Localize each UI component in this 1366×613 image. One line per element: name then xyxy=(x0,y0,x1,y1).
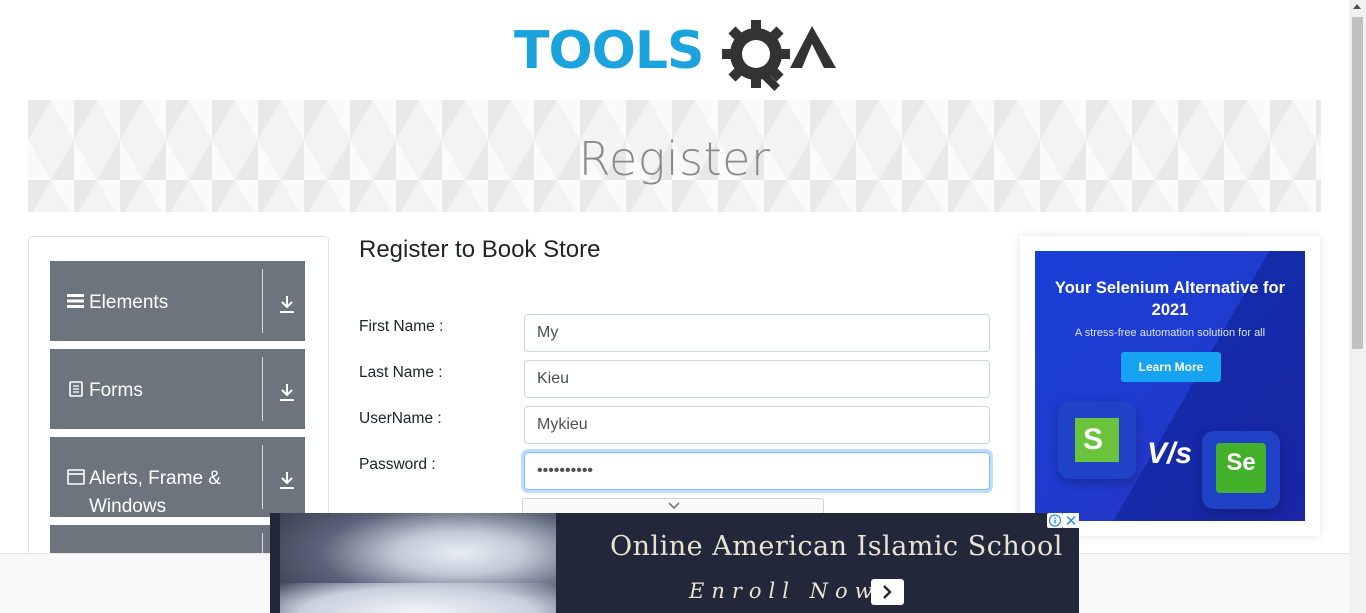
download-icon[interactable] xyxy=(278,470,296,490)
divider xyxy=(262,445,263,509)
document-icon xyxy=(69,381,83,397)
right-advertisement[interactable]: Your Selenium Alternative for 2021 A str… xyxy=(1020,236,1320,536)
download-icon[interactable] xyxy=(278,294,296,314)
username-input[interactable] xyxy=(524,406,990,444)
ad-headline: Online American Islamic School xyxy=(610,531,1063,562)
logo-a-shape xyxy=(790,26,836,68)
sidebar-group-label: Alerts, Frame & Windows xyxy=(89,468,221,517)
sidebar-group-elements[interactable]: Elements xyxy=(50,261,305,341)
first-name-input[interactable] xyxy=(524,314,990,352)
page-title: Register xyxy=(578,132,771,186)
logo-text: TOOLS xyxy=(514,21,703,81)
ad-cta-text[interactable]: Enroll Now xyxy=(689,579,880,603)
ad-card[interactable]: Your Selenium Alternative for 2021 A str… xyxy=(1035,251,1305,521)
chevron-right-icon xyxy=(883,585,892,599)
password-input[interactable] xyxy=(524,452,990,490)
form-title: Register to Book Store xyxy=(359,236,601,263)
vertical-scrollbar[interactable] xyxy=(1349,0,1366,613)
selenium-logo-icon: Se xyxy=(1202,431,1280,509)
logo-letter: Se xyxy=(1226,449,1256,476)
bottom-advertisement[interactable]: Online American Islamic School Enroll No… xyxy=(270,513,1079,613)
close-icon[interactable] xyxy=(1063,513,1079,528)
page: TOOLS Register Elements Forms Alerts, Fr… xyxy=(0,0,1366,613)
gear-magnifier-icon xyxy=(722,20,790,92)
window-icon xyxy=(67,469,85,485)
ad-title: Your Selenium Alternative for 2021 xyxy=(1054,279,1286,319)
username-label: UserName : xyxy=(359,410,442,427)
ad-cta-button[interactable] xyxy=(871,579,904,605)
page-banner: Register xyxy=(28,100,1321,212)
learn-more-button[interactable]: Learn More xyxy=(1121,352,1221,382)
password-label: Password : xyxy=(359,456,436,473)
divider xyxy=(262,357,263,421)
last-name-label: Last Name : xyxy=(359,364,443,381)
toolsqa-logo[interactable]: TOOLS xyxy=(514,14,838,92)
last-name-input[interactable] xyxy=(524,360,990,398)
sidebar-group-alerts[interactable]: Alerts, Frame & Windows xyxy=(50,437,305,517)
scrollbar-thumb[interactable] xyxy=(1352,17,1363,349)
first-name-label: First Name : xyxy=(359,318,444,335)
download-icon[interactable] xyxy=(278,382,296,402)
logo-letter: S xyxy=(1082,423,1103,456)
versus-text: V/s xyxy=(1147,437,1193,470)
sidebar-group-label: Forms xyxy=(89,380,143,401)
chevron-down-icon xyxy=(668,502,680,510)
ad-subtitle: A stress-free automation solution for al… xyxy=(1074,327,1266,339)
scroll-up-arrow-icon[interactable] xyxy=(1353,4,1361,9)
info-icon[interactable] xyxy=(1047,513,1063,528)
sidebar-group-label: Elements xyxy=(89,292,169,313)
sidebar-group-forms[interactable]: Forms xyxy=(50,349,305,429)
hamburger-icon xyxy=(67,294,84,308)
katalon-logo-icon: S xyxy=(1058,401,1136,479)
ad-photo-cloud xyxy=(280,583,556,613)
divider xyxy=(262,269,263,333)
